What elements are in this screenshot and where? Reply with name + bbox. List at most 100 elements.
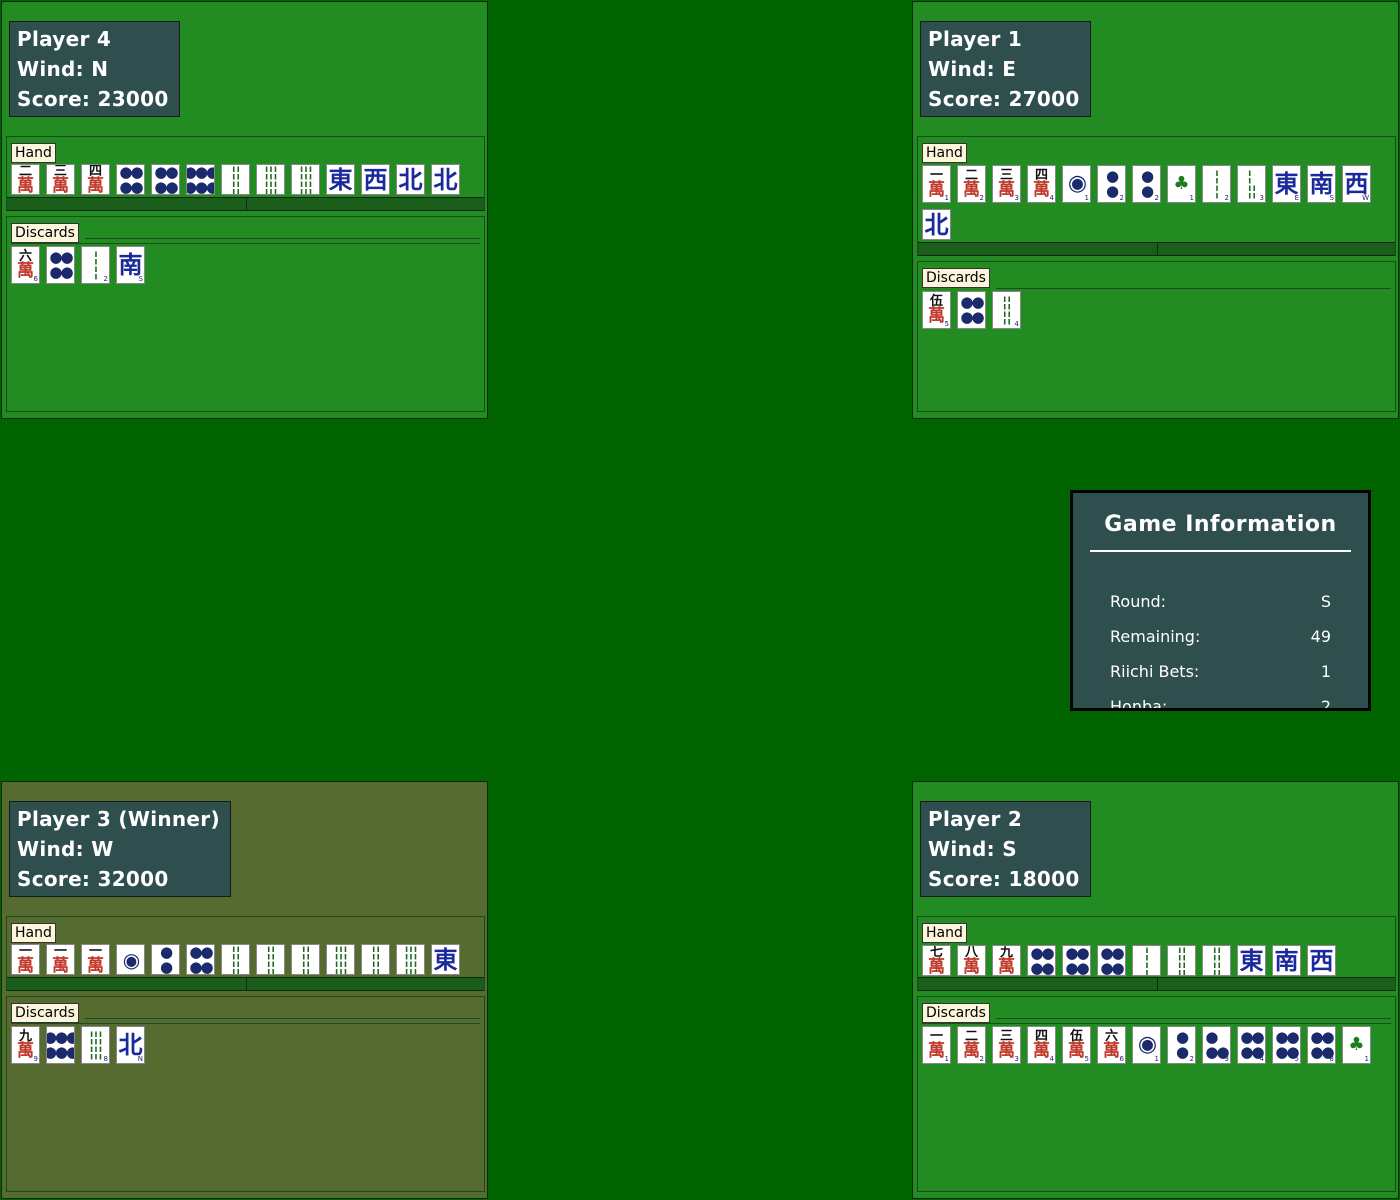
tile-sou-7[interactable]: ¦¦¦ ¦¦¦ (256, 164, 285, 195)
tile-sou-7[interactable]: ¦¦ ¦¦ (361, 944, 390, 975)
tile-east[interactable]: 東E (1272, 165, 1301, 203)
pin-dots-icon: ●● ●● (1100, 945, 1124, 976)
pin-dots-icon: ●● ●● (960, 293, 984, 326)
tile-sou-5[interactable]: ¦¦ ¦¦ (221, 944, 250, 975)
bamboo-icon: ¦¦ ¦¦ (1002, 293, 1012, 326)
pin-dots-icon: ●●●●●● (47, 1028, 75, 1061)
tile-pin-4: ●● ●● (46, 246, 75, 284)
pin-dots-icon: ● ● (159, 944, 173, 975)
hand-tiles: 二萬 三萬 四萬 ●●●● ●●●● ●●●●●● ¦¦¦¦ ¦¦¦¦¦¦ ¦¦… (11, 164, 481, 200)
tile-man-4[interactable]: 四萬 (81, 164, 110, 195)
tile-west[interactable]: 西 (361, 164, 390, 195)
tile-sou-2[interactable]: ¦ ¦ (1132, 945, 1161, 976)
tile-north[interactable]: 北 (396, 164, 425, 195)
discards-section: Discards 伍萬5 ●● ●● ¦¦ ¦¦ 4 (917, 261, 1396, 412)
player-score: Score: 32000 (17, 867, 169, 891)
honba-value: 2 (1320, 697, 1331, 711)
tile-east[interactable]: 東 (1237, 945, 1266, 976)
discard-tiles: 伍萬5 ●● ●● ¦¦ ¦¦ 4 (922, 291, 1392, 334)
tile-sou-8: ¦¦¦ ¦¦¦ 8 (81, 1026, 110, 1064)
tile-pin-4[interactable]: ●● ●● (1027, 945, 1056, 976)
tile-north[interactable]: 北 (431, 164, 460, 195)
discards-label: Discards (922, 268, 990, 288)
tile-sou-8[interactable]: ¦¦¦ ¦¦¦ (396, 944, 425, 975)
tile-south[interactable]: 南S (1307, 165, 1336, 203)
tile-sou-5[interactable]: ¦¦ ¦¦ (1202, 945, 1231, 976)
tile-man-9[interactable]: 九萬 (992, 945, 1021, 976)
honba-label: Honba: (1110, 697, 1168, 711)
bamboo-icon: ¦¦¦ ¦¦¦ (88, 1028, 103, 1061)
hand-label: Hand (922, 143, 967, 163)
tile-pin-9[interactable]: ●●●●●● (186, 164, 215, 195)
bamboo-icon: ¦¦ ¦¦ (1212, 945, 1222, 976)
hand-tiles: 一萬 一萬 一萬 ◉ ● ● ●● ●● ¦¦ ¦¦ ¦¦ ¦¦ ¦¦ ¦¦ ¦¦¦ ¦¦¦… (11, 944, 481, 980)
player-score: Score: 18000 (928, 867, 1080, 891)
tile-man-3[interactable]: 三萬 (46, 164, 75, 195)
tile-man-2[interactable]: 二萬2 (957, 165, 986, 203)
tile-sou-6[interactable]: ¦¦ ¦¦ (291, 944, 320, 975)
tile-sou-5[interactable]: ¦¦ ¦¦ (221, 164, 250, 195)
tile-sou-6[interactable]: ¦¦¦ ¦¦¦ (326, 944, 355, 975)
tile-sou-3[interactable]: ¦ ¦¦ 3 (1237, 165, 1266, 203)
honba-row: Honba: 2 (1110, 697, 1331, 711)
player-wind: Wind: S (928, 837, 1017, 861)
tile-man-1[interactable]: 一萬 (11, 944, 40, 975)
tile-pin-2[interactable]: ● ● 2 (1097, 165, 1126, 203)
tile-pin-4[interactable]: ●● ●● (186, 944, 215, 975)
tile-man-2: 二萬2 (957, 1026, 986, 1064)
player-info-box: Player 1 Wind: E Score: 27000 (920, 21, 1091, 117)
player-4-panel: Player 4 Wind: N Score: 23000 Hand 二萬 三萬… (1, 1, 488, 419)
tile-man-8[interactable]: 八萬 (957, 945, 986, 976)
tile-sou-8[interactable]: ¦¦¦ ¦¦¦ (291, 164, 320, 195)
pin-dots-icon: ●● ●● (189, 944, 213, 975)
tile-pin-8[interactable]: ●● ●● (151, 164, 180, 195)
discard-tiles: 六萬6 ●● ●● ¦ ¦ 2 南S (11, 246, 481, 289)
tile-pin-2[interactable]: ● ● (151, 944, 180, 975)
bamboo-icon: ¦¦ ¦¦ (231, 164, 241, 195)
bamboo-icon: ¦¦ ¦¦ (266, 944, 276, 975)
bamboo-icon: ¦¦ ¦¦ (371, 944, 381, 975)
player-name: Player 4 (17, 27, 112, 51)
bird-icon: ♣ (1348, 1034, 1365, 1055)
tile-man-3[interactable]: 三萬3 (992, 165, 1021, 203)
pin-dots-icon: ●● ●● (1030, 945, 1054, 976)
game-information-panel: Game Information Round: S Remaining: 49 … (1070, 490, 1371, 711)
discards-label: Discards (11, 1003, 79, 1023)
tile-sou-4[interactable]: ¦¦ ¦¦ (1167, 945, 1196, 976)
tile-pin-2: ● ● 2 (1167, 1026, 1196, 1064)
tile-sou-1[interactable]: ♣ 1 (1167, 165, 1196, 203)
tile-pin-8: ●● ●● 8 (1307, 1026, 1336, 1064)
tile-pin-1[interactable]: ◉ 1 (1062, 165, 1091, 203)
player-3-panel: Player 3 (Winner) Wind: W Score: 32000 H… (1, 781, 488, 1199)
tile-man-7[interactable]: 七萬 (922, 945, 951, 976)
tile-man-6: 六萬6 (1097, 1026, 1126, 1064)
bamboo-icon: ¦¦ ¦¦ (231, 944, 241, 975)
tile-pin-5[interactable]: ●● ●● (116, 164, 145, 195)
tile-pin-5: ●● ●● (957, 291, 986, 329)
pin-dots-icon: ●● ●● (119, 164, 143, 195)
tile-pin-1[interactable]: ◉ (116, 944, 145, 975)
tile-pin-8[interactable]: ●● ●● (1097, 945, 1126, 976)
round-label: Round: (1110, 592, 1167, 611)
tile-sou-2[interactable]: ¦ ¦ 2 (1202, 165, 1231, 203)
tile-east[interactable]: 東 (431, 944, 460, 975)
riichi-bets-value: 1 (1320, 662, 1331, 681)
tile-east[interactable]: 東 (326, 164, 355, 195)
meld-bar (7, 977, 484, 991)
tile-man-4[interactable]: 四萬4 (1027, 165, 1056, 203)
pin-dots-icon: ◉ (1067, 171, 1087, 196)
bamboo-icon: ¦ ¦ (1144, 945, 1150, 976)
tile-man-2[interactable]: 二萬 (11, 164, 40, 195)
tile-sou-6[interactable]: ¦¦ ¦¦ (256, 944, 285, 975)
tile-pin-5[interactable]: ●● ●● (1062, 945, 1091, 976)
tile-west[interactable]: 西 (1307, 945, 1336, 976)
tile-pin-2[interactable]: ● ● 2 (1132, 165, 1161, 203)
hand-tiles: 七萬 八萬 九萬 ●● ●● ●● ●● ●● ●● ¦ ¦ ¦¦ ¦¦ ¦¦ ¦¦ 東 南… (922, 945, 1392, 981)
tile-south[interactable]: 南 (1272, 945, 1301, 976)
tile-man-1[interactable]: 一萬 (46, 944, 75, 975)
tile-sou-2: ¦ ¦ 2 (81, 246, 110, 284)
tile-north[interactable]: 北 (922, 209, 951, 240)
tile-man-1[interactable]: 一萬 (81, 944, 110, 975)
tile-west[interactable]: 西W (1342, 165, 1371, 203)
tile-man-1[interactable]: 一萬1 (922, 165, 951, 203)
